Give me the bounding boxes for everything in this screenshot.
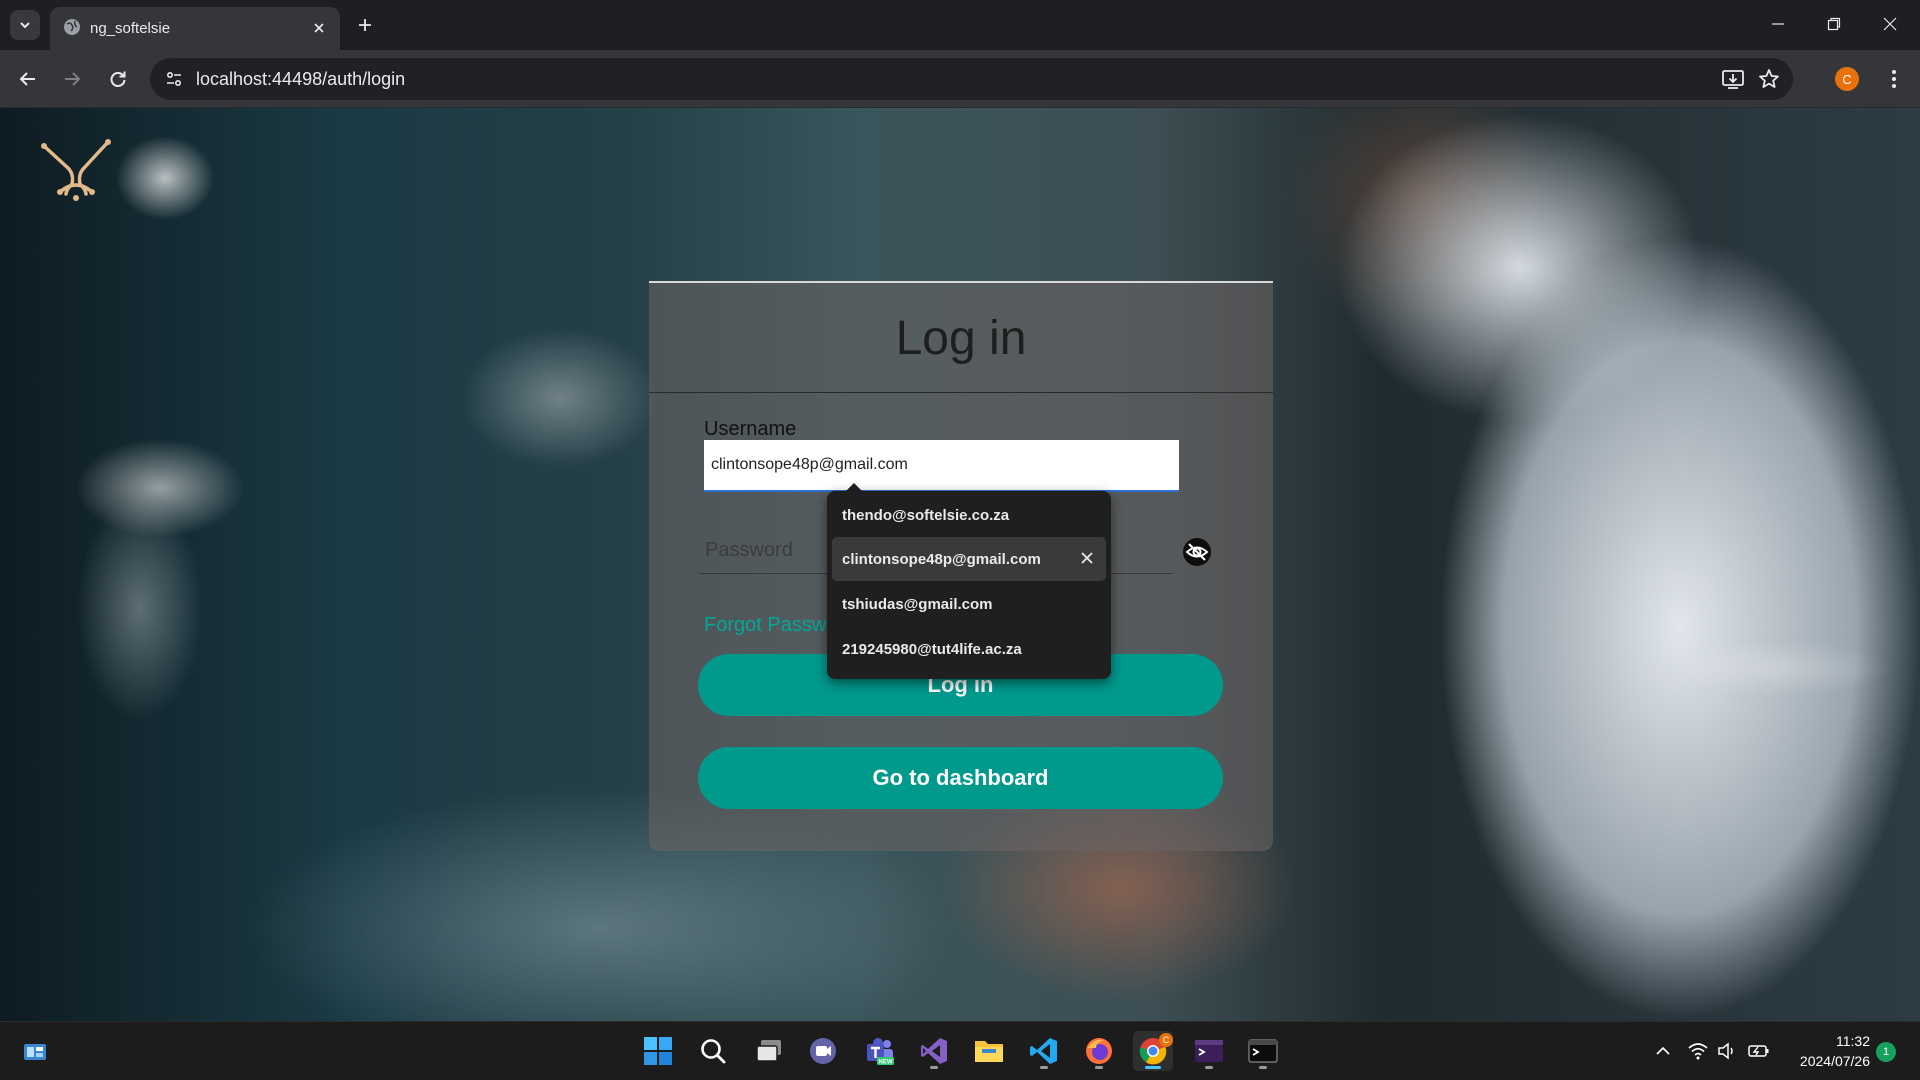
reload-button[interactable]: [103, 64, 133, 94]
back-button[interactable]: [13, 64, 43, 94]
reload-icon: [108, 69, 128, 89]
page-title: Log in: [895, 312, 1027, 365]
active-indicator: [1145, 1066, 1161, 1069]
wifi-icon: [1688, 1042, 1708, 1060]
vscode-button[interactable]: [1024, 1031, 1064, 1071]
start-button[interactable]: [638, 1031, 678, 1071]
remove-suggestion-icon[interactable]: [1080, 551, 1094, 565]
running-indicator: [930, 1066, 938, 1069]
network-button[interactable]: [1687, 1040, 1709, 1062]
chevron-down-icon: [18, 18, 32, 32]
volume-button[interactable]: [1716, 1040, 1738, 1062]
autofill-option[interactable]: thendo@softelsie.co.za: [832, 493, 1106, 537]
tab-ng-softelsie[interactable]: ng_softelsie: [50, 7, 340, 50]
task-view-button[interactable]: [749, 1031, 789, 1071]
close-tab-icon[interactable]: [308, 17, 330, 39]
terminal-icon: [1248, 1038, 1278, 1064]
minimize-icon: [1771, 17, 1785, 31]
running-indicator: [1259, 1066, 1267, 1069]
autofill-option-selected[interactable]: clintonsope48p@gmail.com: [832, 537, 1106, 581]
show-hidden-icons-button[interactable]: [1652, 1040, 1674, 1062]
toggle-password-visibility-icon[interactable]: [1181, 536, 1213, 568]
running-indicator: [1205, 1066, 1213, 1069]
windows-taskbar: NEW C 11:32 2024/07/26 1: [0, 1021, 1920, 1080]
notification-badge[interactable]: 1: [1876, 1042, 1896, 1062]
tab-search-button[interactable]: [10, 10, 40, 40]
search-icon: [699, 1037, 727, 1065]
file-explorer-icon: [973, 1037, 1005, 1065]
firefox-button[interactable]: [1079, 1031, 1119, 1071]
teams-new-icon: NEW: [865, 1036, 895, 1066]
system-clock[interactable]: 11:32 2024/07/26: [1780, 1031, 1870, 1071]
go-to-dashboard-button[interactable]: Go to dashboard: [698, 747, 1223, 809]
terminal-button[interactable]: [1243, 1031, 1283, 1071]
more-vertical-icon: [1891, 69, 1897, 89]
close-icon: [1883, 17, 1897, 31]
file-explorer-button[interactable]: [969, 1031, 1009, 1071]
task-view-icon: [754, 1038, 784, 1064]
globe-icon: [62, 17, 82, 37]
username-input[interactable]: [704, 440, 1179, 492]
widgets-button[interactable]: [15, 1031, 55, 1071]
username-label: Username: [704, 418, 797, 440]
browser-menu-button[interactable]: [1880, 65, 1908, 93]
running-indicator: [1095, 1066, 1103, 1069]
chrome-profile-badge: C: [1159, 1033, 1173, 1047]
arrow-right-icon: [62, 69, 82, 89]
battery-charging-icon: [1748, 1043, 1770, 1059]
firefox-icon: [1084, 1036, 1114, 1066]
browser-toolbar: localhost:44498/auth/login: [0, 50, 1920, 108]
teams-meet-icon: [808, 1036, 838, 1066]
minimize-button[interactable]: [1750, 0, 1806, 48]
arrow-left-icon: [18, 69, 38, 89]
profile-avatar[interactable]: C: [1835, 67, 1859, 91]
start-icon: [643, 1036, 673, 1066]
bookmark-star-icon[interactable]: [1757, 67, 1781, 91]
visual-studio-button[interactable]: [914, 1031, 954, 1071]
widgets-icon: [22, 1040, 48, 1062]
chrome-button[interactable]: C: [1133, 1031, 1173, 1071]
restore-icon: [1827, 17, 1841, 31]
autofill-option[interactable]: 219245980@tut4life.ac.za: [832, 627, 1106, 671]
dropdown-pointer: [845, 483, 863, 492]
install-app-icon[interactable]: [1721, 67, 1745, 91]
battery-button[interactable]: [1748, 1040, 1770, 1062]
address-bar[interactable]: localhost:44498/auth/login: [150, 58, 1793, 100]
page-viewport: Log in Username Forgot Password? Go to d…: [0, 108, 1920, 1021]
restore-button[interactable]: [1806, 0, 1862, 48]
new-tab-button[interactable]: [352, 12, 378, 38]
login-card-header: Log in: [649, 283, 1273, 393]
terminal-preview-button[interactable]: [1189, 1031, 1229, 1071]
url-text: localhost:44498/auth/login: [196, 69, 406, 89]
visual-studio-icon: [919, 1036, 949, 1066]
svg-text:NEW: NEW: [879, 1060, 893, 1066]
clock-time: 11:32: [1836, 1033, 1870, 1049]
plus-icon: [357, 17, 373, 33]
tab-strip: ng_softelsie: [0, 0, 1920, 50]
autofill-option-label: clintonsope48p@gmail.com: [842, 550, 1041, 568]
forward-button[interactable]: [57, 64, 87, 94]
running-indicator: [1040, 1066, 1048, 1069]
speaker-icon: [1717, 1042, 1737, 1060]
vscode-icon: [1029, 1036, 1059, 1066]
clock-date: 2024/07/26: [1799, 1053, 1870, 1069]
close-window-button[interactable]: [1862, 0, 1918, 48]
autofill-dropdown: thendo@softelsie.co.za clintonsope48p@gm…: [827, 483, 1111, 679]
chevron-up-icon: [1655, 1043, 1671, 1059]
tab-title: ng_softelsie: [90, 20, 171, 37]
autofill-option[interactable]: tshiudas@gmail.com: [832, 582, 1106, 626]
taskbar-search-button[interactable]: [693, 1031, 733, 1071]
meet-now-button[interactable]: [803, 1031, 843, 1071]
softelsie-logo: [40, 138, 112, 202]
teams-button[interactable]: NEW: [860, 1031, 900, 1071]
terminal-preview-icon: [1194, 1038, 1224, 1064]
site-settings-icon[interactable]: [162, 67, 186, 91]
